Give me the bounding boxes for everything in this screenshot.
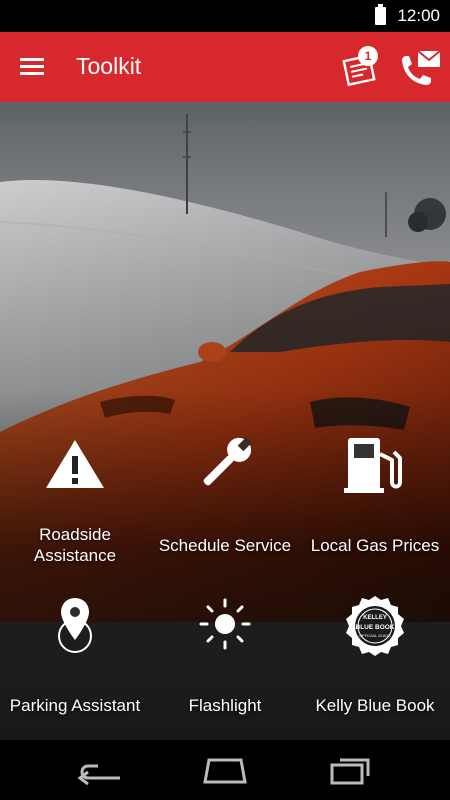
phone-mail-icon xyxy=(402,50,441,85)
kbb-line-3: OFFICIAL GUIDE xyxy=(359,633,391,638)
notification-count-badge: 1 xyxy=(358,46,378,66)
nav-home-button[interactable] xyxy=(195,752,255,788)
warning-triangle-icon xyxy=(46,440,104,488)
tile-label: Roadside Assistance xyxy=(33,525,117,565)
contact-button[interactable] xyxy=(396,46,442,88)
nav-back-button[interactable] xyxy=(70,752,130,788)
app-bar: Toolkit 1 xyxy=(0,32,450,102)
back-icon xyxy=(77,764,120,786)
toolkit-grid: Roadside Assistance Schedule Service Loc… xyxy=(0,102,450,740)
status-clock: 12:00 xyxy=(397,6,440,25)
gas-pump-icon xyxy=(344,438,402,493)
battery-icon xyxy=(375,4,386,25)
tile-roadside-assistance[interactable]: Roadside Assistance xyxy=(0,428,150,588)
tile-schedule-service[interactable]: Schedule Service xyxy=(150,428,300,588)
kelley-blue-book-icon: KELLEY BLUE BOOK OFFICIAL GUIDE xyxy=(346,596,404,656)
app-title: Toolkit xyxy=(76,53,142,79)
tile-kelly-blue-book[interactable]: KELLEY BLUE BOOK OFFICIAL GUIDE Kelly Bl… xyxy=(300,588,450,740)
nav-recents-button[interactable] xyxy=(322,752,382,788)
home-icon xyxy=(203,758,247,784)
menu-button[interactable] xyxy=(20,56,50,80)
kbb-line-2: BLUE BOOK xyxy=(356,624,395,631)
status-bar: 12:00 xyxy=(0,0,450,32)
tile-label: Flashlight xyxy=(188,696,262,715)
tile-local-gas-prices[interactable]: Local Gas Prices xyxy=(300,428,450,588)
hamburger-icon xyxy=(20,58,44,75)
tile-label: Local Gas Prices xyxy=(310,536,440,555)
tile-flashlight[interactable]: Flashlight xyxy=(150,588,300,740)
system-nav-bar xyxy=(0,740,450,800)
sun-icon xyxy=(199,598,251,650)
map-pin-icon xyxy=(58,598,92,653)
tile-label: Kelly Blue Book xyxy=(315,696,435,715)
recent-apps-icon xyxy=(330,758,370,785)
kbb-line-1: KELLEY xyxy=(363,615,387,621)
tile-label: Schedule Service xyxy=(158,536,292,555)
wrench-icon xyxy=(203,437,252,486)
tile-parking-assistant[interactable]: Parking Assistant xyxy=(0,588,150,740)
tile-label: Parking Assistant xyxy=(9,696,141,715)
